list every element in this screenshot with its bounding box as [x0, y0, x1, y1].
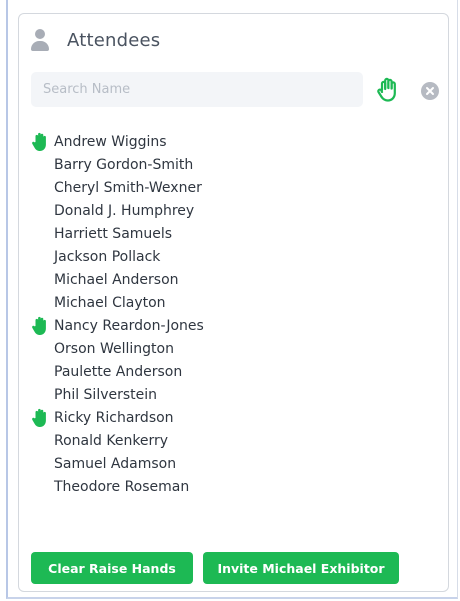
- attendee-name: Samuel Adamson: [54, 455, 177, 472]
- attendee-row[interactable]: Ronald Kenkerry: [31, 429, 411, 452]
- attendee-name: Andrew Wiggins: [54, 133, 167, 150]
- attendee-name: Ronald Kenkerry: [54, 432, 169, 449]
- hand-icon: [32, 408, 46, 427]
- raised-hand-indicator: [31, 132, 53, 152]
- attendee-name: Cheryl Smith-Wexner: [54, 179, 202, 196]
- attendee-row[interactable]: Nancy Reardon-Jones: [31, 314, 411, 337]
- attendee-list: Andrew Wiggins Barry Gordon-Smith Cheryl S…: [31, 130, 411, 498]
- attendee-row[interactable]: Michael Anderson: [31, 268, 411, 291]
- attendee-row[interactable]: Harriett Samuels: [31, 222, 411, 245]
- attendee-row[interactable]: Donald J. Humphrey: [31, 199, 411, 222]
- attendee-name: Orson Wellington: [54, 340, 174, 357]
- hand-icon: [32, 316, 46, 335]
- search-field[interactable]: [31, 72, 363, 107]
- attendee-row[interactable]: Orson Wellington: [31, 337, 411, 360]
- attendee-row[interactable]: Ricky Richardson: [31, 406, 411, 429]
- attendee-row[interactable]: Andrew Wiggins: [31, 130, 411, 153]
- attendees-panel: Attendees Andrew Wiggins Barry Gordon-Smi…: [18, 13, 449, 592]
- attendee-name: Ricky Richardson: [54, 409, 174, 426]
- raise-hand-filter-button[interactable]: [375, 77, 401, 103]
- attendee-name: Theodore Roseman: [54, 478, 190, 495]
- attendee-name: Harriett Samuels: [54, 225, 173, 242]
- attendee-row[interactable]: Jackson Pollack: [31, 245, 411, 268]
- attendee-name: Donald J. Humphrey: [54, 202, 195, 219]
- attendee-row[interactable]: Barry Gordon-Smith: [31, 153, 411, 176]
- attendee-name: Paulette Anderson: [54, 363, 183, 380]
- attendee-name: Barry Gordon-Smith: [54, 156, 194, 173]
- attendee-name: Phil Silverstein: [54, 386, 158, 403]
- panel-header: Attendees: [31, 26, 160, 54]
- invite-button[interactable]: Invite Michael Exhibitor: [203, 552, 399, 584]
- search-input[interactable]: [31, 72, 363, 107]
- hand-icon: [32, 132, 46, 151]
- clear-raise-hands-button[interactable]: Clear Raise Hands: [31, 552, 193, 584]
- user-icon: [31, 29, 49, 51]
- clear-search-button[interactable]: [421, 82, 439, 100]
- raised-hand-indicator: [31, 408, 53, 428]
- panel-title: Attendees: [67, 29, 161, 51]
- attendee-row[interactable]: Theodore Roseman: [31, 475, 411, 498]
- attendee-row[interactable]: Phil Silverstein: [31, 383, 411, 406]
- attendee-name: Jackson Pollack: [54, 248, 161, 265]
- attendee-row[interactable]: Samuel Adamson: [31, 452, 411, 475]
- close-icon: [426, 87, 434, 95]
- attendee-name: Michael Anderson: [54, 271, 179, 288]
- raised-hand-indicator: [31, 316, 53, 336]
- attendee-row[interactable]: Paulette Anderson: [31, 360, 411, 383]
- hand-outline-icon: [377, 77, 396, 102]
- attendee-row[interactable]: Cheryl Smith-Wexner: [31, 176, 411, 199]
- attendee-name: Nancy Reardon-Jones: [54, 317, 204, 334]
- attendee-name: Michael Clayton: [54, 294, 166, 311]
- attendee-row[interactable]: Michael Clayton: [31, 291, 411, 314]
